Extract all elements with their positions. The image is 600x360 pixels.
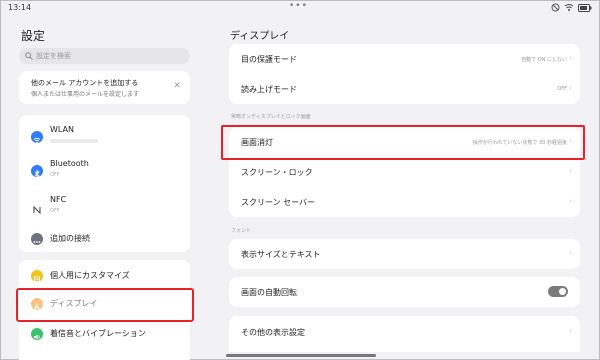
row-label: 目の保護モード (241, 55, 297, 64)
row-label: 表示サイズとテキスト (241, 250, 321, 259)
sidebar-item-label: WLAN (50, 125, 75, 134)
bluetooth-icon (31, 165, 43, 179)
sidebar-item-label: 着信音とバイブレーション (50, 329, 146, 338)
reading-mode-row[interactable]: 読み上げモード OFF › (229, 74, 580, 104)
selected-item-highlight (16, 288, 194, 322)
network-group: WLAN Bluetooth OFF NFC OFF 追加の接続 (19, 115, 190, 252)
search-input[interactable]: 設定を検索 (19, 48, 190, 64)
sidebar-item-label: Bluetooth (50, 159, 89, 168)
search-icon (25, 52, 33, 60)
page-title: ディスプレイ (230, 31, 290, 42)
nfc-icon (31, 201, 43, 215)
chevron-right-icon: › (569, 167, 572, 175)
row-value: OFF (557, 86, 567, 92)
home-indicator[interactable] (226, 354, 376, 357)
sidebar-item-more-connections[interactable]: 追加の接続 (19, 224, 190, 254)
sidebar-item-label: 個人用にカスタマイズ (50, 271, 130, 280)
status-bar: 13:14 ••• (0, 0, 600, 16)
sidebar-item-status: OFF (50, 208, 60, 214)
row-value: 自動で ON にしない (521, 57, 567, 63)
add-mail-account-card[interactable]: 他のメール アカウントを追加する 個人または仕事用のメールを設定します ✕ (19, 71, 190, 104)
add-mail-title: 他のメール アカウントを追加する (31, 79, 139, 87)
other-display-settings-row[interactable]: その他の表示設定 › (229, 316, 580, 352)
display-size-text-row[interactable]: 表示サイズとテキスト › (229, 239, 580, 269)
sidebar-item-personalize[interactable]: 個人用にカスタマイズ (19, 261, 190, 291)
row-label: スクリーン・ロック (241, 168, 313, 177)
toggle-knob (559, 288, 566, 295)
chevron-right-icon: › (569, 327, 572, 335)
sidebar-item-bluetooth[interactable]: Bluetooth OFF (19, 158, 190, 188)
chevron-right-icon: › (569, 54, 572, 62)
auto-rotate-toggle[interactable] (548, 286, 568, 297)
more-connections-icon (31, 233, 43, 245)
screen-saver-row[interactable]: スクリーン セーバー › (229, 187, 580, 217)
wifi-status-icon (564, 4, 574, 11)
settings-title: 設定 (21, 29, 46, 43)
chevron-right-icon: › (569, 197, 572, 205)
multitask-dots[interactable]: ••• (289, 1, 308, 11)
search-placeholder: 設定を検索 (36, 52, 71, 60)
sidebar-item-wlan[interactable]: WLAN (19, 122, 190, 152)
chevron-right-icon: › (569, 249, 572, 257)
section-header-lock-screen: 常時オンディスプレイとロック画面 (231, 114, 311, 120)
palette-icon (31, 270, 43, 282)
sidebar-item-label: 追加の接続 (50, 234, 90, 243)
section-header-font: フォント (231, 228, 252, 234)
dnd-icon (551, 3, 560, 12)
battery-icon (578, 3, 592, 12)
screen-timeout-highlight (221, 125, 585, 160)
row-label: 画面の自動回転 (241, 288, 297, 297)
eye-protection-row[interactable]: 目の保護モード 自動で ON にしない › (229, 44, 580, 74)
sidebar-item-nfc[interactable]: NFC OFF (19, 194, 190, 224)
row-label: スクリーン セーバー (241, 198, 316, 207)
row-label: その他の表示設定 (241, 328, 305, 337)
close-icon[interactable]: ✕ (173, 81, 181, 91)
sidebar-item-label: NFC (50, 195, 67, 204)
wifi-icon (31, 131, 43, 144)
row-label: 読み上げモード (241, 85, 297, 94)
auto-rotate-row[interactable]: 画面の自動回転 (229, 277, 580, 307)
screen-lock-row[interactable]: スクリーン・ロック › (229, 157, 580, 187)
add-mail-subtitle: 個人または仕事用のメールを設定します (31, 91, 140, 98)
sidebar-item-status: OFF (50, 172, 60, 178)
wlan-network-name-redacted (50, 139, 98, 143)
status-icons (551, 3, 592, 12)
chevron-right-icon: › (569, 84, 572, 92)
status-time: 13:14 (8, 3, 32, 12)
sidebar-item-sound[interactable]: 着信音とバイブレーション (19, 319, 190, 349)
sound-icon (31, 328, 43, 340)
